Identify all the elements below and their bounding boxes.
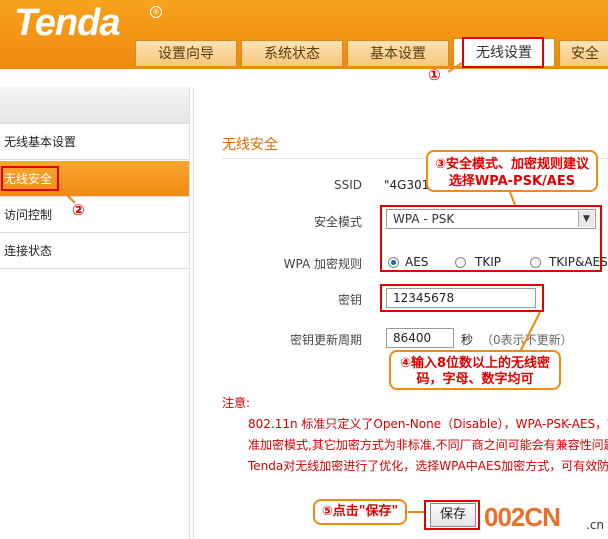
- callout-step4: ④输入8位数以上的无线密码，字母、数字均可: [389, 350, 561, 390]
- cipher-label: WPA 加密规则: [283, 257, 362, 271]
- watermark-suffix: .cn: [586, 518, 605, 532]
- tab-setup-wizard[interactable]: 设置向导: [135, 40, 237, 66]
- step2-marker: ②: [72, 201, 85, 219]
- sidebar-item-connection-status[interactable]: 连接状态: [0, 233, 189, 269]
- note-line: 802.11n 标准只定义了Open-None（Disable），WPA-PSK…: [248, 417, 608, 431]
- sidebar-item-wireless-basic[interactable]: 无线基本设置: [0, 124, 189, 160]
- tab-system-status[interactable]: 系统状态: [241, 40, 343, 66]
- tab-basic-settings[interactable]: 基本设置: [347, 40, 449, 66]
- highlight-wireless-security: [1, 166, 59, 191]
- step1-marker: ①: [428, 66, 441, 84]
- callout-step5: ⑤点击"保存": [313, 499, 407, 525]
- highlight-key: [380, 284, 544, 312]
- callout-step3: ③安全模式、加密规则建议选择WPA-PSK/AES: [426, 150, 598, 192]
- tenda-logo: Tenda: [14, 2, 120, 44]
- highlight-save: [424, 500, 480, 530]
- note-line: 准加密模式,其它加密方式为非标准,不同厂商之间可能会有兼容性问题: [248, 438, 608, 452]
- note-title: 注意:: [222, 396, 251, 410]
- highlight-mode-cipher: [380, 205, 602, 272]
- renew-input[interactable]: 86400: [386, 328, 454, 348]
- sidebar-item-access-control[interactable]: 访问控制: [0, 197, 189, 233]
- sidebar-header: [0, 87, 189, 124]
- renew-label: 密钥更新周期: [289, 333, 362, 347]
- key-label: 密钥: [337, 293, 362, 307]
- registered-mark: ®: [150, 6, 162, 18]
- watermark-logo: 002CN: [484, 502, 561, 533]
- renew-unit: 秒: [461, 333, 474, 347]
- security-mode-label: 安全模式: [313, 215, 362, 229]
- renew-hint: （0表示不更新）: [481, 333, 573, 347]
- sidebar: 无线基本设置 无线安全 访问控制 连接状态: [0, 87, 190, 539]
- tab-security[interactable]: 安全: [559, 40, 608, 66]
- ssid-label: SSID: [333, 178, 362, 192]
- note-line: Tenda对无线加密进行了优化，选择WPA中AES加密方式，可有效防: [248, 459, 608, 473]
- watermark-text: 002CN: [484, 502, 561, 532]
- page-title: 无线安全: [222, 137, 278, 153]
- highlight-wireless-tab: [462, 37, 544, 68]
